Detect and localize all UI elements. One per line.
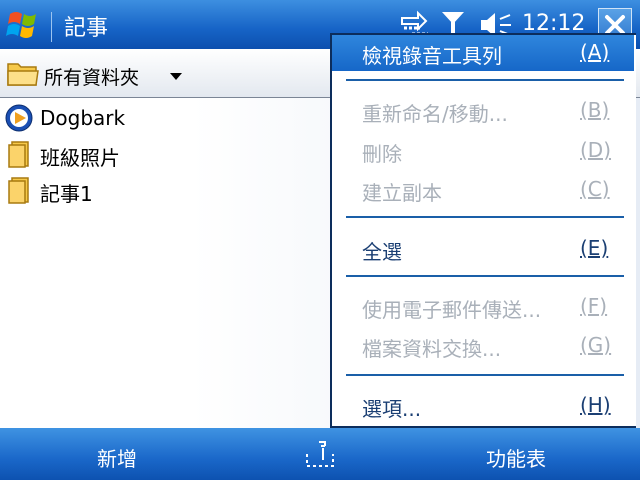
menu-item-label: 重新命名/移動... [362, 102, 508, 126]
menu-item-label: 刪除 [362, 142, 402, 166]
file-name: 班級照片 [40, 146, 120, 170]
menu-item-make-copy[interactable]: 建立副本 (C) [332, 172, 634, 208]
menu-item-label: 檔案資料交換... [362, 337, 502, 361]
menu-item-shortcut: (G) [580, 333, 612, 357]
menu-item-send-email[interactable]: 使用電子郵件傳送... (F) [332, 289, 634, 325]
list-item[interactable]: 班級照片 [0, 136, 330, 172]
menu-item-delete[interactable]: 刪除 (D) [332, 133, 634, 169]
menu-item-label: 全選 [362, 240, 402, 264]
menu-item-shortcut: (E) [580, 236, 609, 260]
context-menu: 檢視錄音工具列 (A) 重新命名/移動... (B) 刪除 (D) 建立副本 (… [330, 33, 636, 428]
menu-item-rename-move[interactable]: 重新命名/移動... (B) [332, 93, 634, 129]
menu-divider [346, 374, 624, 376]
new-softkey[interactable]: 新增 [97, 443, 137, 472]
menu-divider [346, 275, 624, 277]
media-player-icon [4, 103, 34, 133]
folder-icon [6, 58, 40, 92]
note-icon [4, 175, 34, 205]
menu-item-options[interactable]: 選項... (H) [332, 388, 634, 424]
menu-item-label: 建立副本 [362, 181, 442, 205]
menu-item-label: 使用電子郵件傳送... [362, 298, 542, 322]
menu-item-shortcut: (A) [580, 40, 610, 64]
menu-item-shortcut: (C) [580, 177, 610, 201]
menu-item-label: 檢視錄音工具列 [362, 44, 502, 68]
list-item[interactable]: 記事1 [0, 172, 330, 208]
keyboard-icon[interactable] [305, 438, 335, 470]
menu-divider [346, 79, 624, 81]
windows-start-icon[interactable] [4, 6, 44, 44]
list-item[interactable]: Dogbark [0, 100, 330, 136]
menu-softkey[interactable]: 功能表 [486, 443, 546, 472]
folder-label: 所有資料夾 [44, 67, 140, 89]
menu-item-view-recording-toolbar[interactable]: 檢視錄音工具列 (A) [332, 35, 634, 71]
file-name: 記事1 [40, 182, 93, 206]
menu-item-shortcut: (D) [580, 138, 612, 162]
folder-icon [4, 139, 34, 169]
app-title: 記事 [64, 16, 109, 41]
menu-item-shortcut: (F) [580, 294, 608, 318]
file-name: Dogbark [40, 106, 126, 130]
menu-item-select-all[interactable]: 全選 (E) [332, 231, 634, 267]
title-separator [51, 12, 52, 42]
menu-divider [346, 216, 624, 218]
menu-item-label: 選項... [362, 397, 422, 421]
chevron-down-icon [170, 73, 182, 80]
menu-item-beam-file[interactable]: 檔案資料交換... (G) [332, 328, 634, 364]
menu-item-shortcut: (B) [580, 98, 610, 122]
menu-item-shortcut: (H) [580, 393, 611, 417]
softkey-bar: 新增 功能表 [0, 428, 640, 480]
